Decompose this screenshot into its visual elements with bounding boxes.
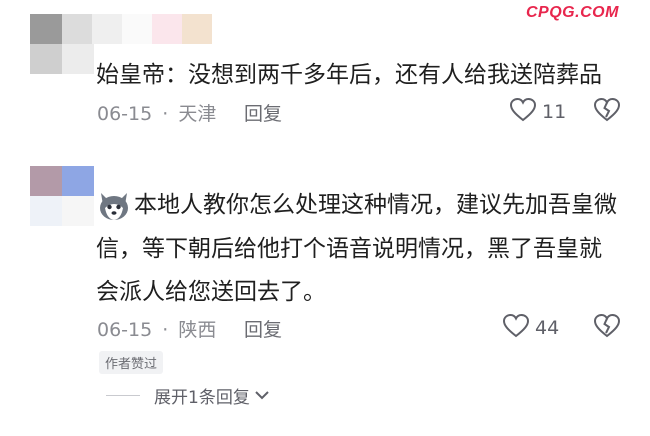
author-liked-badge: 作者赞过: [99, 351, 164, 374]
comment-date: 06-15: [97, 103, 153, 125]
comment-location: 天津: [178, 103, 217, 125]
separator: ·: [162, 103, 169, 125]
separator: ·: [162, 319, 169, 341]
comment-location: 陕西: [178, 319, 217, 341]
like-count: 11: [542, 101, 567, 123]
comment-meta: 06-15 · 陕西: [97, 315, 216, 342]
expand-replies-label: 展开1条回复: [154, 388, 250, 408]
broken-heart-icon: [593, 313, 621, 342]
expand-replies-button[interactable]: 展开1条回复: [106, 383, 270, 408]
like-button[interactable]: 11: [509, 97, 567, 126]
avatar[interactable]: [30, 166, 94, 226]
broken-heart-icon: [593, 97, 621, 126]
comment-meta: 06-15 · 天津: [97, 99, 216, 126]
reply-button[interactable]: 回复: [244, 315, 282, 342]
heart-icon: [502, 313, 530, 342]
comment-text: 始皇帝：没想到两千多年后，还有人给我送陪葬品: [96, 62, 602, 88]
comment-text-line-2: 信，等下朝后给他打个语音说明情况，黑了吾皇就: [96, 236, 602, 262]
like-button[interactable]: 44: [502, 313, 560, 342]
dislike-button[interactable]: [593, 313, 621, 342]
comment-date: 06-15: [97, 319, 153, 341]
comment-text-line-3: 会派人给您送回去了。: [96, 279, 326, 305]
chevron-down-icon: [254, 386, 270, 406]
like-count: 44: [535, 317, 560, 339]
husky-dog-emoji-icon: [97, 190, 131, 226]
heart-icon: [509, 97, 537, 126]
comment-text-line-1: 本地人教你怎么处理这种情况，建议先加吾皇微: [134, 192, 617, 218]
divider: [106, 395, 140, 396]
dislike-button[interactable]: [593, 97, 621, 126]
avatar[interactable]: [30, 14, 94, 74]
site-watermark: CPQG.COM: [526, 4, 619, 21]
reply-button[interactable]: 回复: [244, 99, 282, 126]
username[interactable]: [92, 14, 212, 44]
